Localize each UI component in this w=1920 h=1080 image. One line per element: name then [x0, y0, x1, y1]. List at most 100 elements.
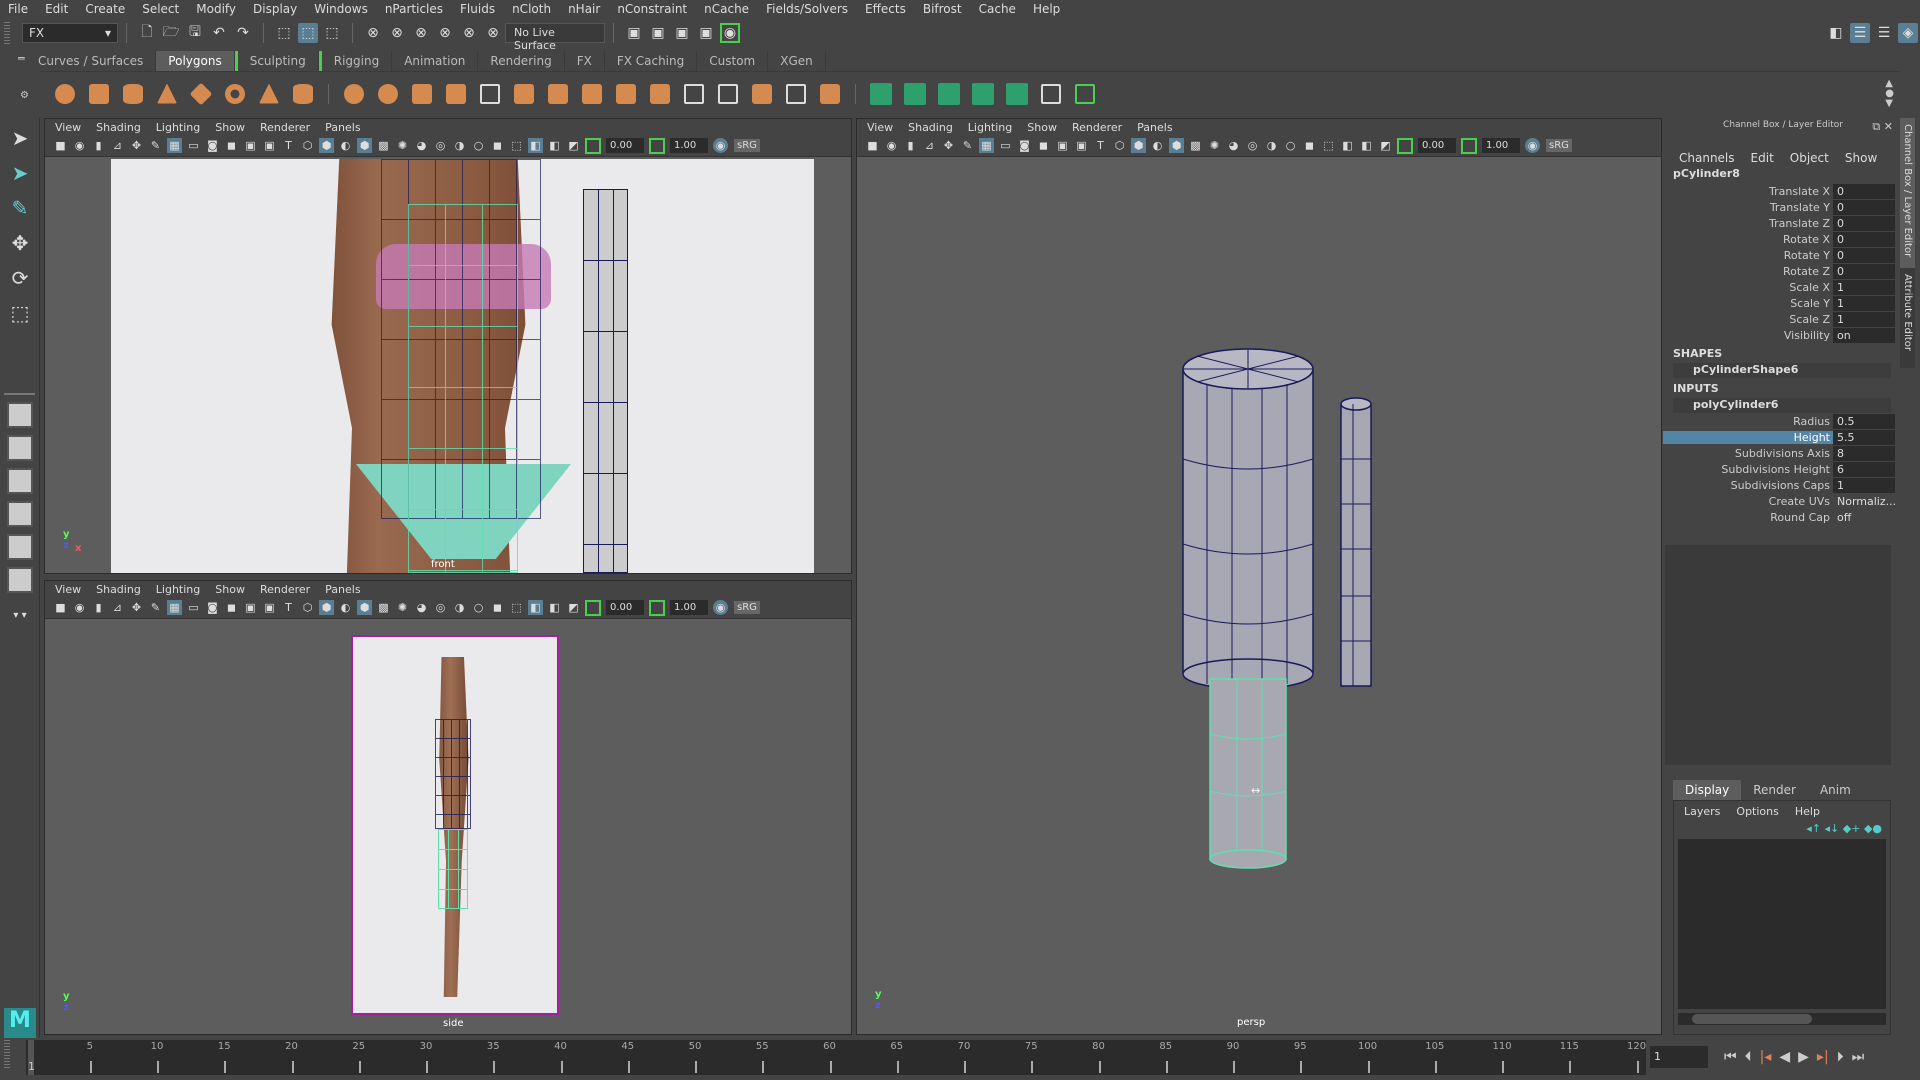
- poly-cube-icon[interactable]: [85, 80, 113, 108]
- append-icon[interactable]: [646, 80, 674, 108]
- attr-value-field[interactable]: 8: [1833, 445, 1895, 461]
- poly-sphere-icon[interactable]: [51, 80, 79, 108]
- uv-editor-icon[interactable]: [1003, 80, 1031, 108]
- horizontal-scrollbar[interactable]: [1678, 1013, 1886, 1025]
- menu-nconstraint[interactable]: nConstraint: [617, 2, 687, 16]
- menu-create[interactable]: Create: [85, 2, 125, 16]
- xray-active-icon[interactable]: ◧: [547, 138, 562, 153]
- wireframe-on-shaded-icon[interactable]: ⬢: [357, 138, 372, 153]
- auto-uv-icon[interactable]: [969, 80, 997, 108]
- shelf-tab-rendering[interactable]: Rendering: [478, 51, 565, 71]
- save-scene-icon[interactable]: 🖫: [185, 23, 205, 43]
- grease-pencil-icon[interactable]: ✎: [148, 138, 163, 153]
- snap-curve-icon[interactable]: ⊗: [387, 23, 407, 43]
- menu-cache[interactable]: Cache: [979, 2, 1016, 16]
- attr-value-field[interactable]: Normaliz...: [1833, 494, 1896, 509]
- shelf-tab-xgen[interactable]: XGen: [768, 51, 826, 71]
- panel-menu-renderer[interactable]: Renderer: [1072, 121, 1122, 134]
- arm-cylinder[interactable]: [1340, 397, 1372, 687]
- isolate-select-icon[interactable]: ⬚: [509, 138, 524, 153]
- boolean-icon[interactable]: [476, 80, 504, 108]
- attr-label[interactable]: Rotate Y: [1663, 249, 1833, 262]
- redo-icon[interactable]: ↷: [233, 23, 253, 43]
- exposure-icon[interactable]: [1397, 137, 1413, 154]
- poly-plane-icon[interactable]: [187, 80, 215, 108]
- time-slider[interactable]: 1 5 10 15 20 25 30 35 40 45 50 55 60 65 70 75 80 85 90 95 1…: [26, 1040, 1646, 1075]
- step-forward-frame-icon[interactable]: ⏵: [1837, 1049, 1844, 1065]
- render-settings-icon[interactable]: ▣: [696, 23, 716, 43]
- safe-title-icon[interactable]: T: [281, 600, 296, 615]
- attr-label[interactable]: Scale Y: [1663, 297, 1833, 310]
- attr-label[interactable]: Subdivisions Height: [1663, 463, 1833, 476]
- close-icon[interactable]: ⧉ ✕: [1872, 117, 1893, 137]
- safe-action-icon[interactable]: ▣: [262, 600, 277, 615]
- attr-value-field[interactable]: 1: [1833, 477, 1895, 493]
- scrollbar-thumb[interactable]: [1692, 1014, 1812, 1024]
- checker-icon[interactable]: [1037, 80, 1065, 108]
- attr-row-rotate-y[interactable]: Rotate Y0: [1663, 247, 1903, 263]
- attr-row-rotate-x[interactable]: Rotate X0: [1663, 231, 1903, 247]
- attr-row-height[interactable]: Height 5.5: [1663, 429, 1903, 445]
- spherical-uv-icon[interactable]: [935, 80, 963, 108]
- quad-draw-icon[interactable]: [816, 80, 844, 108]
- field-chart-icon[interactable]: ▣: [243, 600, 258, 615]
- render-view-icon[interactable]: ▣: [624, 23, 644, 43]
- persp-graph-hypergraph-layout-icon[interactable]: [7, 567, 33, 593]
- depth-of-field-icon[interactable]: ◼: [490, 600, 505, 615]
- modeling-toolkit-icon[interactable]: ◧: [1826, 23, 1846, 43]
- isolate-select-icon[interactable]: ⬚: [509, 600, 524, 615]
- attr-label[interactable]: Translate Z: [1663, 217, 1833, 230]
- shape-node[interactable]: pCylinderShape6: [1673, 363, 1891, 378]
- gamma-icon[interactable]: [649, 599, 665, 616]
- anti-aliasing-icon[interactable]: ○: [471, 138, 486, 153]
- poly-pipe-icon[interactable]: [289, 80, 317, 108]
- lasso-tool-icon[interactable]: ➤: [5, 158, 35, 188]
- shelf-scroll-icon[interactable]: ▲ ● ▼: [1885, 78, 1894, 109]
- attr-row-translate-z[interactable]: Translate Z0: [1663, 215, 1903, 231]
- attr-label[interactable]: Rotate Z: [1663, 265, 1833, 278]
- maya-logo-icon[interactable]: M: [4, 1008, 36, 1038]
- snap-point-icon[interactable]: ⊗: [411, 23, 431, 43]
- new-layer-icon[interactable]: ◆+: [1843, 822, 1861, 835]
- menu-set-dropdown[interactable]: FX ▾: [22, 23, 118, 43]
- attr-label[interactable]: Scale Z: [1663, 313, 1833, 326]
- shelf-tab-animation[interactable]: Animation: [392, 51, 479, 71]
- grid-icon[interactable]: ▦: [979, 138, 994, 153]
- film-gate-icon[interactable]: ▭: [186, 600, 201, 615]
- attr-row-scale-z[interactable]: Scale Z1: [1663, 311, 1903, 327]
- lights-icon[interactable]: ✺: [395, 600, 410, 615]
- persp-graph-layout-icon[interactable]: [7, 501, 33, 527]
- textured-icon[interactable]: ▩: [1188, 138, 1203, 153]
- attr-value-field[interactable]: 1: [1833, 279, 1895, 295]
- wireframe-icon[interactable]: ⬡: [1112, 138, 1127, 153]
- attr-label[interactable]: Translate Y: [1663, 201, 1833, 214]
- grid-icon[interactable]: ▦: [167, 600, 182, 615]
- shelf-tab-fx[interactable]: FX: [564, 51, 605, 71]
- panel-menu-show[interactable]: Show: [215, 583, 245, 596]
- field-chart-icon[interactable]: ▣: [1055, 138, 1070, 153]
- move-layer-up-icon[interactable]: ◂↑: [1806, 822, 1821, 835]
- channels-menu[interactable]: Channels: [1679, 151, 1735, 165]
- gamma-field[interactable]: 1.00: [1482, 138, 1520, 153]
- menu-ncloth[interactable]: nCloth: [512, 2, 551, 16]
- attr-row-translate-x[interactable]: Translate X0: [1663, 183, 1903, 199]
- xray-active-icon[interactable]: ◧: [547, 600, 562, 615]
- options-menu[interactable]: Options: [1736, 805, 1778, 818]
- motion-blur-icon[interactable]: ◑: [452, 138, 467, 153]
- ambient-occlusion-icon[interactable]: ◎: [433, 138, 448, 153]
- panel-menu-panels[interactable]: Panels: [325, 583, 360, 596]
- camera-icon[interactable]: ■: [53, 600, 68, 615]
- menu-display[interactable]: Display: [253, 2, 297, 16]
- attr-value-field[interactable]: 0.5: [1833, 413, 1895, 429]
- insert-edge-loop-icon[interactable]: [748, 80, 776, 108]
- menu-bifrost[interactable]: Bifrost: [923, 2, 962, 16]
- tab-render[interactable]: Render: [1741, 780, 1808, 800]
- xray-joints-icon[interactable]: ◩: [1378, 138, 1393, 153]
- four-view-layout-icon[interactable]: [7, 435, 33, 461]
- menu-ncache[interactable]: nCache: [704, 2, 749, 16]
- new-layer-selected-icon[interactable]: ◆●: [1864, 822, 1882, 835]
- panel-menu-shading[interactable]: Shading: [96, 583, 141, 596]
- scale-tool-icon[interactable]: ⬚: [5, 298, 35, 328]
- panel-menu-show[interactable]: Show: [1027, 121, 1057, 134]
- ipr-render-icon[interactable]: ▣: [672, 23, 692, 43]
